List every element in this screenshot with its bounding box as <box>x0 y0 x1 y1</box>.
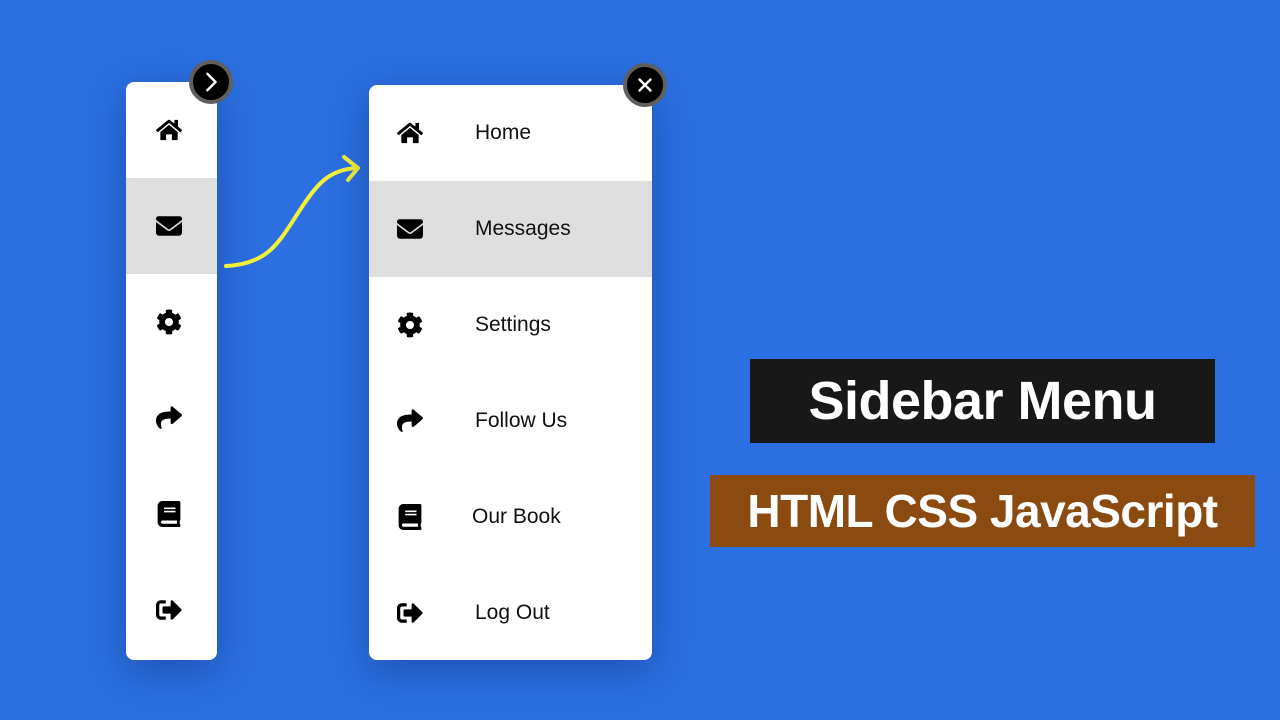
gear-icon <box>397 312 423 338</box>
collapsed-item-follow-us[interactable] <box>126 370 217 466</box>
close-sidebar-button[interactable] <box>623 63 667 107</box>
book-icon <box>156 501 182 527</box>
collapsed-item-our-book[interactable] <box>126 466 217 562</box>
sidebar-item-messages[interactable]: Messages <box>369 181 652 277</box>
banner-title: Sidebar Menu <box>750 359 1215 443</box>
book-icon <box>397 504 423 530</box>
sidebar-item-label: Home <box>475 121 532 144</box>
sidebar-item-settings[interactable]: Settings <box>369 277 652 373</box>
collapsed-item-settings[interactable] <box>126 274 217 370</box>
envelope-icon <box>156 213 182 239</box>
open-sidebar-button[interactable] <box>189 60 233 104</box>
sidebar-item-log-out[interactable]: Log Out <box>369 565 652 661</box>
sidebar-item-label: Follow Us <box>475 409 568 432</box>
close-icon <box>638 78 652 92</box>
chevron-right-icon <box>206 72 217 92</box>
home-icon <box>397 120 423 146</box>
transition-arrow <box>224 155 360 268</box>
home-icon <box>156 117 182 143</box>
sidebar-item-home[interactable]: Home <box>369 85 652 181</box>
logout-icon <box>397 600 423 626</box>
sidebar-item-label: Settings <box>475 313 551 336</box>
sidebar-item-label: Log Out <box>475 601 550 624</box>
share-icon <box>397 408 423 434</box>
sidebar-item-label: Messages <box>475 217 571 240</box>
share-icon <box>156 405 182 431</box>
collapsed-item-messages[interactable] <box>126 178 217 274</box>
collapsed-item-log-out[interactable] <box>126 562 217 658</box>
sidebar-item-follow-us[interactable]: Follow Us <box>369 373 652 469</box>
collapsed-sidebar <box>126 82 217 660</box>
logout-icon <box>156 597 182 623</box>
gear-icon <box>156 309 182 335</box>
sidebar-item-label: Our Book <box>472 505 561 528</box>
expanded-sidebar: Home Messages Settings Follow Us Our Boo… <box>369 85 652 660</box>
banner-subtitle: HTML CSS JavaScript <box>710 475 1255 547</box>
sidebar-item-our-book[interactable]: Our Book <box>369 469 652 565</box>
envelope-icon <box>397 216 423 242</box>
